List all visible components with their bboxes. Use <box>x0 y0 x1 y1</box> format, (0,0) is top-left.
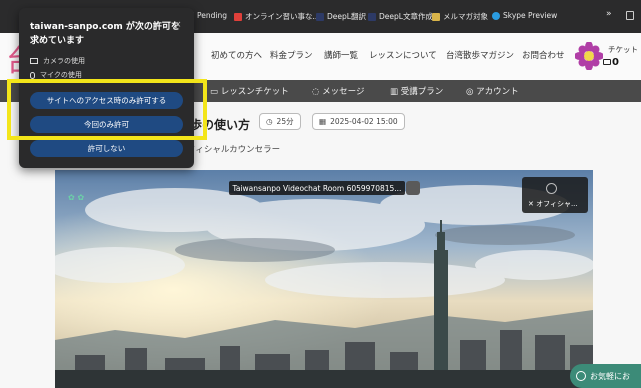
nav-contact[interactable]: お問合わせ <box>522 49 565 61</box>
close-icon[interactable]: × <box>174 20 182 30</box>
menu-messages[interactable]: ◌ メッセージ <box>312 85 364 97</box>
ticket-label: チケット <box>608 45 638 54</box>
camera-icon <box>30 58 38 64</box>
skype-icon <box>492 11 500 20</box>
nav-first-time[interactable]: 初めての方へ <box>211 49 262 61</box>
building-icon: ▥ <box>390 87 401 97</box>
bookmark-item[interactable]: DeepL文章作成 <box>368 11 433 22</box>
ticket-count[interactable]: 0 <box>612 57 619 68</box>
nav-lessons[interactable]: レッスンについて <box>369 49 437 61</box>
chat-widget-button[interactable]: お気軽にお <box>570 364 641 388</box>
bookmark-icon <box>316 12 324 21</box>
bookmarks-overflow-button[interactable]: » <box>606 9 612 19</box>
city-skyline-image <box>55 170 593 388</box>
mic-muted-icon: ✕ <box>528 200 537 208</box>
ticket-icon <box>603 59 611 65</box>
nav-teachers[interactable]: 講師一覧 <box>324 49 358 61</box>
bookmark-item[interactable]: オンライン習い事な... <box>234 11 320 22</box>
avatar-icon <box>546 183 557 194</box>
room-title: Taiwansanpo Videochat Room 6059970815... <box>229 181 405 195</box>
folder-icon <box>432 12 440 21</box>
nav-pricing[interactable]: 料金プラン <box>270 49 313 61</box>
all-bookmarks-icon[interactable] <box>626 11 634 20</box>
datetime-badge: ▦ 2025-04-02 15:00 <box>312 113 405 130</box>
bookmark-icon <box>234 12 242 21</box>
bookmark-item[interactable]: Skype Preview <box>492 11 557 20</box>
bookmark-item[interactable]: DeepL翻訳 <box>316 11 366 22</box>
chat-icon <box>576 371 586 381</box>
menu-plans[interactable]: ▥ 受講プラン <box>390 85 443 97</box>
video-feed[interactable] <box>55 170 593 388</box>
bookmark-item[interactable]: メルマガ対象 <box>432 11 488 22</box>
user-icon: ◎ <box>466 87 477 97</box>
highlight-box <box>7 79 207 140</box>
counselor-name: フィシャルカウンセラー <box>187 145 281 155</box>
self-view-label: ✕ オフィシャ... <box>528 200 578 208</box>
camera-permission: カメラの使用 <box>30 56 85 66</box>
calendar-icon: ▦ <box>319 117 327 126</box>
flower-badge-icon <box>575 42 603 70</box>
permission-title: taiwan-sanpo.com が次の許可を求めています <box>30 22 180 46</box>
duration-badge: ◷ 25分 <box>259 113 301 130</box>
clock-icon: ◷ <box>266 117 273 126</box>
bookmark-icon <box>368 12 376 21</box>
mic-icon <box>30 71 35 79</box>
room-info-button[interactable] <box>406 181 420 195</box>
menu-account[interactable]: ◎ アカウント <box>466 85 519 97</box>
nav-magazine[interactable]: 台湾散歩マガジン <box>446 49 514 61</box>
menu-lesson-tickets[interactable]: ▭ レッスンチケット <box>210 85 289 97</box>
deny-button[interactable]: 許可しない <box>30 140 183 157</box>
ticket-icon: ▭ <box>210 87 221 97</box>
chat-bubble-icon: ◌ <box>312 87 323 97</box>
watermark-logo: ✿ ✿ <box>68 193 85 202</box>
